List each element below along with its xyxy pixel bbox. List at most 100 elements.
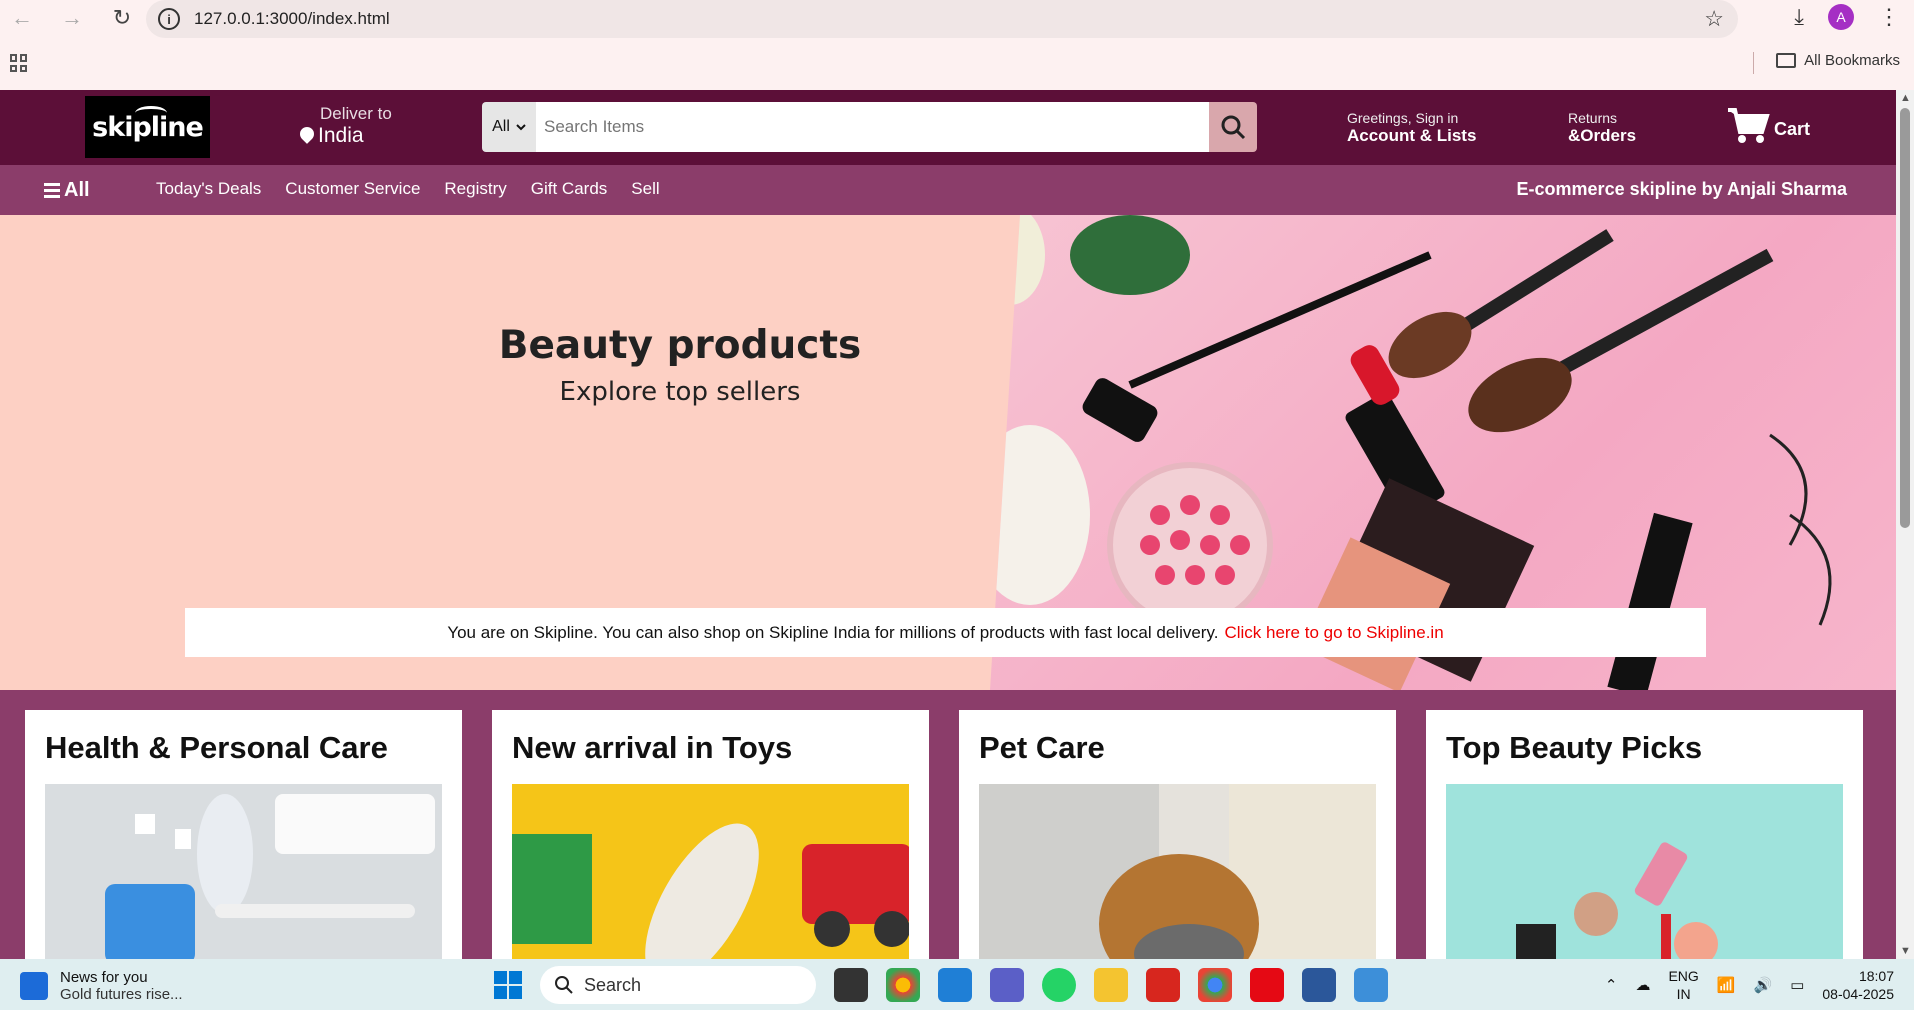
nav-registry[interactable]: Registry xyxy=(444,179,506,199)
taskbar-search[interactable]: Search xyxy=(540,966,816,1004)
nav-todays-deals[interactable]: Today's Deals xyxy=(156,179,261,199)
teams-icon[interactable] xyxy=(990,968,1024,1002)
card-top-beauty-picks[interactable]: Top Beauty Picks xyxy=(1426,710,1863,959)
search-category-select[interactable]: All xyxy=(482,102,536,152)
page-scrollbar[interactable]: ▲ ▼ xyxy=(1896,90,1914,959)
clock-date: 08-04-2025 xyxy=(1822,986,1894,1002)
clock[interactable]: 18:07 08-04-2025 xyxy=(1822,967,1894,1003)
whatsapp-icon[interactable] xyxy=(1042,968,1076,1002)
pet-image xyxy=(979,784,1376,959)
skipline-in-link[interactable]: Click here to go to Skipline.in xyxy=(1224,623,1443,643)
cart-icon xyxy=(1728,108,1770,143)
card-title: Top Beauty Picks xyxy=(1446,730,1703,765)
card-image-toys[interactable] xyxy=(512,784,912,959)
back-arrow-icon[interactable]: ← xyxy=(8,4,36,32)
scroll-down-arrow-icon[interactable]: ▼ xyxy=(1900,945,1911,957)
browser-chrome: ← → ↻ i 127.0.0.1:3000/index.html ☆ ⤓ A … xyxy=(0,0,1914,90)
onedrive-icon[interactable]: ☁ xyxy=(1635,976,1650,994)
chevron-down-icon xyxy=(516,124,526,131)
cart-button[interactable]: Cart xyxy=(1726,106,1810,144)
news-title: News for you xyxy=(60,969,148,986)
scroll-up-arrow-icon[interactable]: ▲ xyxy=(1900,92,1911,104)
search-input[interactable] xyxy=(536,102,1209,152)
wifi-icon[interactable]: 📶 xyxy=(1717,976,1736,994)
netflix-icon[interactable] xyxy=(1250,968,1284,1002)
location-pin-icon xyxy=(300,127,314,145)
search-icon xyxy=(1221,115,1246,140)
card-image-health[interactable] xyxy=(45,784,442,959)
cart-label: Cart xyxy=(1774,119,1811,139)
scrollbar-thumb[interactable] xyxy=(1900,108,1910,528)
chrome-profile-icon[interactable] xyxy=(1198,968,1232,1002)
nav-customer-service[interactable]: Customer Service xyxy=(285,179,420,199)
nav-gift-cards[interactable]: Gift Cards xyxy=(531,179,608,199)
returns-orders[interactable]: Returns &Orders xyxy=(1568,110,1636,146)
chrome-icon[interactable] xyxy=(886,968,920,1002)
search-bar: All xyxy=(482,102,1257,152)
deliver-label: Deliver to xyxy=(320,104,392,123)
news-subtitle: Gold futures rise... xyxy=(60,986,183,1003)
chevron-up-icon[interactable]: ⌃ xyxy=(1605,976,1618,994)
photos-icon[interactable] xyxy=(1354,968,1388,1002)
account-lists[interactable]: Greetings, Sign in Account & Lists xyxy=(1347,110,1476,146)
card-pet-care[interactable]: Pet Care xyxy=(959,710,1396,959)
page-viewport: skipline Deliver to India All Greetings,… xyxy=(0,90,1896,959)
brand-credit: E-commerce skipline by Anjali Sharma xyxy=(1516,179,1847,199)
site-info-icon[interactable]: i xyxy=(158,8,180,30)
download-icon[interactable]: ⤓ xyxy=(1794,4,1804,30)
health-products-image xyxy=(45,784,442,959)
category-cards: Health & Personal Care New arrival in To… xyxy=(25,710,1863,959)
toys-image xyxy=(512,784,912,959)
card-image-beauty[interactable] xyxy=(1446,784,1843,959)
news-widget[interactable]: News for you Gold futures rise... xyxy=(20,969,183,1003)
card-title: New arrival in Toys xyxy=(512,730,793,765)
search-category-label: All xyxy=(492,118,510,135)
bookmark-star-icon[interactable]: ☆ xyxy=(1704,6,1724,32)
profile-avatar[interactable]: A xyxy=(1828,4,1854,30)
lang-code: ENG xyxy=(1668,968,1699,984)
orders-label: &Orders xyxy=(1568,126,1637,145)
account-lists-label: Account & Lists xyxy=(1347,126,1477,145)
lang-region: IN xyxy=(1676,986,1691,1002)
file-explorer-icon[interactable] xyxy=(1094,968,1128,1002)
all-menu-button[interactable]: All xyxy=(44,179,90,202)
all-bookmarks-button[interactable]: All Bookmarks xyxy=(1776,52,1900,69)
windows-taskbar: News for you Gold futures rise... Search… xyxy=(0,959,1914,1010)
deliver-country: India xyxy=(318,124,364,147)
card-title: Health & Personal Care xyxy=(45,730,388,765)
card-image-pet[interactable] xyxy=(979,784,1376,959)
returns-label: Returns xyxy=(1568,110,1618,126)
hamburger-icon xyxy=(44,183,60,198)
address-bar[interactable]: i 127.0.0.1:3000/index.html ☆ xyxy=(146,0,1738,38)
search-icon xyxy=(555,976,573,994)
skipline-logo[interactable]: skipline xyxy=(85,96,210,158)
hero-subtitle: Explore top sellers xyxy=(559,377,801,407)
logo-swoosh-icon xyxy=(135,106,167,120)
notice-text: You are on Skipline. You can also shop o… xyxy=(447,622,1219,642)
vscode-icon[interactable] xyxy=(938,968,972,1002)
task-view-icon[interactable] xyxy=(834,968,868,1002)
language-indicator[interactable]: ENG IN xyxy=(1668,967,1698,1003)
news-icon xyxy=(20,972,48,1000)
reload-icon[interactable]: ↻ xyxy=(108,4,136,32)
deliver-to[interactable]: Deliver to India xyxy=(300,104,392,148)
clock-time: 18:07 xyxy=(1858,968,1894,984)
search-button[interactable] xyxy=(1209,102,1257,152)
windows-start-icon[interactable] xyxy=(494,971,522,999)
browser-menu-icon[interactable]: ⋮ xyxy=(1878,4,1900,30)
taskbar-search-label: Search xyxy=(584,974,642,995)
top-header: skipline Deliver to India All Greetings,… xyxy=(0,90,1896,165)
greeting-text: Greetings, Sign in xyxy=(1347,110,1459,126)
sub-navigation: All Today's Deals Customer Service Regis… xyxy=(0,165,1896,215)
battery-icon[interactable]: ▭ xyxy=(1790,976,1804,994)
card-toys[interactable]: New arrival in Toys xyxy=(492,710,929,959)
notice-banner: You are on Skipline. You can also shop o… xyxy=(185,608,1706,657)
forward-arrow-icon[interactable]: → xyxy=(58,4,86,32)
url-text[interactable]: 127.0.0.1:3000/index.html xyxy=(194,9,390,29)
acrobat-icon[interactable] xyxy=(1146,968,1180,1002)
volume-icon[interactable]: 🔊 xyxy=(1754,976,1773,994)
apps-grid-icon[interactable] xyxy=(10,54,28,72)
word-icon[interactable] xyxy=(1302,968,1336,1002)
card-health-personal-care[interactable]: Health & Personal Care xyxy=(25,710,462,959)
nav-sell[interactable]: Sell xyxy=(631,179,659,199)
